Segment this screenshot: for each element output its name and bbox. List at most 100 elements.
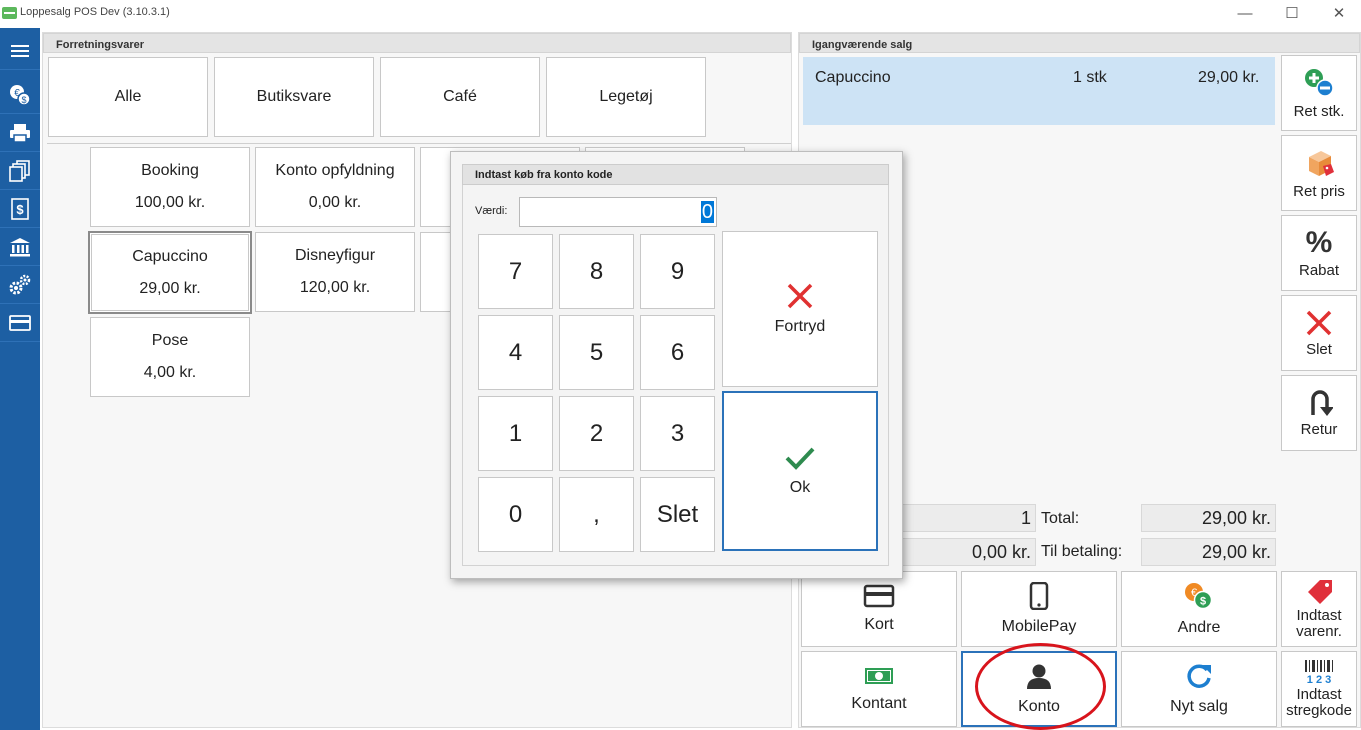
- discount-button[interactable]: % Rabat: [1281, 215, 1357, 291]
- key-3[interactable]: 3: [640, 396, 715, 471]
- action-label: Ret stk.: [1293, 102, 1345, 120]
- panel-title: Forretningsvarer: [43, 33, 791, 53]
- product-price: 100,00 kr.: [134, 194, 206, 211]
- cancel-button[interactable]: Fortryd: [722, 231, 878, 387]
- payment-label-line2: stregkode: [1286, 702, 1352, 719]
- sidebar-item-print[interactable]: [0, 114, 40, 152]
- key-7[interactable]: 7: [478, 234, 553, 309]
- action-label: Ret pris: [1293, 182, 1345, 200]
- product-price: 4,00 kr.: [143, 364, 197, 381]
- sidebar-item-bank[interactable]: [0, 228, 40, 266]
- cash-icon: [865, 668, 893, 684]
- product-name: Konto opfyldning: [275, 162, 395, 179]
- mobilepay-button[interactable]: MobilePay: [961, 571, 1117, 647]
- edit-quantity-button[interactable]: Ret stk.: [1281, 55, 1357, 131]
- card-icon: [863, 584, 895, 608]
- barcode-digits: 1 2 3: [1307, 674, 1331, 685]
- divider: [47, 143, 791, 144]
- key-1[interactable]: 1: [478, 396, 553, 471]
- svg-text:€: €: [14, 88, 20, 99]
- payment-label-line1: Indtast: [1296, 607, 1342, 624]
- key-5[interactable]: 5: [559, 315, 634, 390]
- bank-icon: [10, 237, 30, 256]
- window-title: Loppesalg POS Dev (3.10.3.1): [20, 6, 170, 18]
- sidebar-item-settings[interactable]: [0, 266, 40, 304]
- total-label: Total:: [1041, 510, 1080, 527]
- sidebar-item-currency[interactable]: € $: [0, 76, 40, 114]
- svg-text:$: $: [1200, 596, 1206, 608]
- close-button[interactable]: ✕: [1316, 3, 1361, 25]
- category-button[interactable]: Café: [380, 57, 540, 137]
- other-payment-button[interactable]: € $ Andre: [1121, 571, 1277, 647]
- product-price: 29,00 kr.: [139, 279, 201, 297]
- action-label: Retur: [1300, 420, 1338, 438]
- ok-label: Ok: [789, 479, 811, 496]
- plus-minus-icon: [1305, 68, 1334, 97]
- sidebar-item-menu[interactable]: [0, 32, 40, 70]
- enter-item-number-button[interactable]: Indtast varenr.: [1281, 571, 1357, 647]
- card-payment-button[interactable]: Kort: [801, 571, 957, 647]
- product-button[interactable]: Konto opfyldning 0,00 kr.: [255, 147, 415, 227]
- product-button[interactable]: Capuccino 29,00 kr.: [88, 231, 252, 314]
- maximize-button[interactable]: ☐: [1269, 3, 1315, 25]
- svg-text:$: $: [21, 95, 26, 105]
- payment-label-line2: varenr.: [1296, 623, 1342, 640]
- title-bar: Loppesalg POS Dev (3.10.3.1) — ☐ ✕: [0, 0, 1361, 28]
- cash-payment-button[interactable]: Kontant: [801, 651, 957, 727]
- due-value: 29,00 kr.: [1141, 538, 1276, 566]
- cancel-x-icon: [787, 283, 813, 309]
- key-0[interactable]: 0: [478, 477, 553, 552]
- card-icon: [9, 314, 31, 331]
- sale-line-name: Capuccino: [815, 69, 891, 86]
- product-button[interactable]: Booking 100,00 kr.: [90, 147, 250, 227]
- product-price: 120,00 kr.: [299, 279, 371, 296]
- panel-title: Igangværende salg: [799, 33, 1360, 53]
- price-tag-box-icon: [1309, 150, 1334, 176]
- barcode-icon: 1 2 3: [1305, 660, 1333, 685]
- app-logo-icon: [2, 7, 17, 19]
- ok-button[interactable]: Ok: [722, 391, 878, 551]
- edit-price-button[interactable]: Ret pris: [1281, 135, 1357, 211]
- key-comma[interactable]: ,: [559, 477, 634, 552]
- sidebar-item-card[interactable]: [0, 304, 40, 342]
- enter-barcode-button[interactable]: 1 2 3 Indtast stregkode: [1281, 651, 1357, 727]
- sale-line[interactable]: Capuccino 1 stk 29,00 kr.: [803, 57, 1275, 125]
- category-button[interactable]: Alle: [48, 57, 208, 137]
- category-button[interactable]: Legetøj: [546, 57, 706, 137]
- paid-field: 0,00 kr.: [898, 538, 1036, 566]
- key-9[interactable]: 9: [640, 234, 715, 309]
- key-8[interactable]: 8: [559, 234, 634, 309]
- new-sale-button[interactable]: Nyt salg: [1121, 651, 1277, 727]
- payment-label: MobilePay: [1001, 618, 1077, 635]
- sidebar-item-dollar-doc[interactable]: $: [0, 190, 40, 228]
- minimize-button[interactable]: —: [1222, 3, 1268, 25]
- product-button[interactable]: Pose 4,00 kr.: [90, 317, 250, 397]
- svg-text:$: $: [16, 202, 24, 217]
- delete-button[interactable]: Slet: [1281, 295, 1357, 371]
- cancel-label: Fortryd: [774, 318, 826, 335]
- product-price: 0,00 kr.: [308, 194, 362, 211]
- payment-label: Nyt salg: [1170, 698, 1228, 715]
- total-value: 29,00 kr.: [1141, 504, 1276, 532]
- printer-icon: [10, 123, 30, 143]
- checkmark-icon: [785, 447, 815, 470]
- dollar-document-icon: $: [11, 197, 29, 220]
- key-4[interactable]: 4: [478, 315, 553, 390]
- return-button[interactable]: Retur: [1281, 375, 1357, 451]
- product-name: Disneyfigur: [294, 247, 376, 264]
- sidebar: € $ $: [0, 28, 40, 730]
- product-name: Booking: [141, 162, 199, 179]
- product-button[interactable]: Disneyfigur 120,00 kr.: [255, 232, 415, 312]
- sale-line-amount: 29,00 kr.: [1198, 69, 1260, 86]
- sidebar-item-copies[interactable]: [0, 152, 40, 190]
- percent-icon: %: [1305, 225, 1333, 259]
- key-delete[interactable]: Slet: [640, 477, 715, 552]
- category-button[interactable]: Butiksvare: [214, 57, 374, 137]
- product-name: Pose: [151, 332, 189, 349]
- sale-line-qty: 1 stk: [1073, 69, 1107, 86]
- value-input[interactable]: 0: [519, 197, 717, 227]
- payment-label: Kort: [864, 616, 894, 633]
- key-6[interactable]: 6: [640, 315, 715, 390]
- key-2[interactable]: 2: [559, 396, 634, 471]
- action-label: Slet: [1306, 340, 1332, 358]
